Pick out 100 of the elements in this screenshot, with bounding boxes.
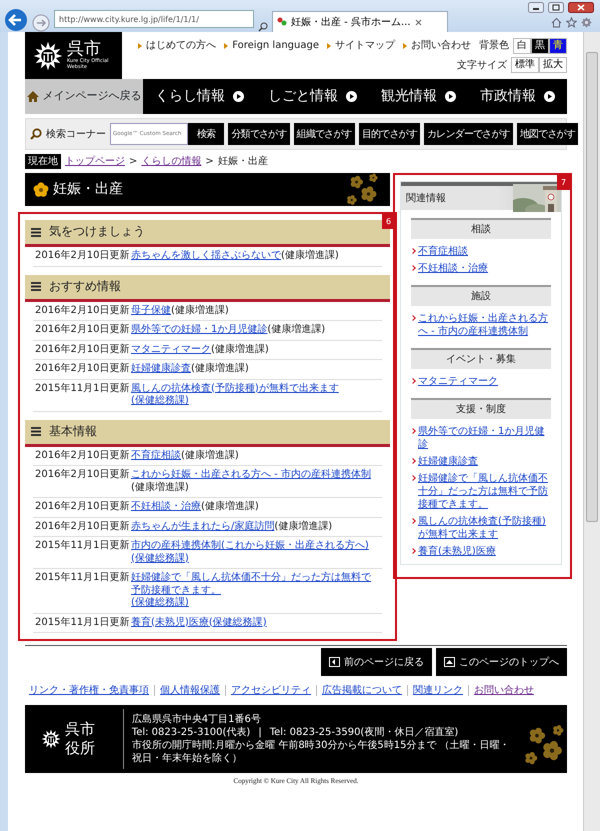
search-label: 検索コーナー — [46, 128, 106, 140]
nav-link[interactable]: 観光情報 — [381, 87, 456, 106]
minimize-icon[interactable] — [528, 2, 544, 13]
page-link[interactable]: これから妊娠・出産される方へ - 市内の産科連携体制 — [131, 469, 371, 482]
page-link[interactable]: 妊婦健康診査 — [131, 363, 191, 376]
page-link[interactable]: マタニティマーク — [131, 344, 211, 356]
page-link[interactable]: 赤ちゃんを激しく揺さぶらないで — [131, 250, 281, 262]
city-hall-name: 呉市役所 — [65, 720, 96, 758]
nav-link[interactable]: くらし情報 — [155, 87, 244, 106]
nav-link[interactable]: 市政情報 — [480, 87, 555, 106]
browser-tab[interactable]: 妊娠・出産 - 呉市ホーム... — [272, 11, 448, 32]
page-link[interactable]: 不育症相談 — [131, 450, 181, 462]
emblem-icon — [41, 729, 61, 749]
home-nav-link[interactable]: メインページへ戻る — [25, 79, 143, 114]
department-link[interactable]: (保健総務課) — [208, 616, 267, 629]
update-date: 2016年2月10日更新 — [35, 469, 131, 482]
color-option-button[interactable]: 黒 — [531, 38, 549, 54]
scrollbar[interactable] — [583, 32, 600, 831]
flower-icon — [33, 182, 49, 198]
finder-button[interactable]: 目的でさがす — [358, 123, 420, 145]
page-link[interactable]: 市内の産科連携体制(これから妊娠・出産される方へ) — [131, 540, 369, 552]
address-field[interactable]: http://www.city.kure.lg.jp/life/1/1/1/ — [54, 10, 254, 28]
page-link[interactable]: 県外等での妊婦・1か月児健診 — [131, 324, 268, 336]
settings-icon[interactable] — [581, 17, 592, 28]
header-link[interactable]: Foreign language — [224, 39, 319, 52]
text-size-button[interactable]: 拡大 — [539, 57, 567, 74]
department-link[interactable]: (保健総務課) — [131, 597, 189, 610]
related-link[interactable]: 養育(未熟児)医療 — [418, 545, 496, 558]
page-link[interactable]: 妊婦健診で「風しん抗体価不十分」だった方は無料で予防接種できます。 — [131, 572, 380, 597]
update-date: 2016年2月10日更新 — [35, 250, 131, 262]
scrollbar-thumb[interactable] — [586, 52, 598, 522]
maximize-icon[interactable] — [548, 2, 564, 13]
nav-link[interactable]: しごと情報 — [268, 87, 357, 106]
page-nav-button[interactable]: 前のページに戻る — [321, 648, 432, 676]
page-nav-button[interactable]: このページのトップへ — [436, 648, 567, 676]
page-link[interactable]: 不妊相談・治療 — [131, 501, 201, 514]
related-link[interactable]: 不育症相談 — [418, 245, 468, 258]
footer-link[interactable]: アクセシビリティ — [231, 684, 311, 697]
page-link[interactable]: 風しんの抗体検査(予防接種)が無料で出来ます — [131, 382, 339, 395]
related-link[interactable]: マタニティマーク — [418, 375, 498, 388]
search-icon[interactable] — [258, 22, 268, 32]
department-label: (健康増進課) — [171, 304, 229, 317]
footer-link[interactable]: 個人情報保護 — [160, 684, 220, 697]
update-date: 2015年11月1日更新 — [35, 616, 131, 629]
update-date: 2016年2月10日更新 — [35, 344, 131, 356]
text-size-button[interactable]: 標準 — [511, 57, 539, 74]
finder-button[interactable]: 地図でさがす — [516, 123, 578, 145]
breadcrumb-separator: > — [129, 155, 138, 168]
opening-hours-text: 市役所の開庁時間:月曜から金曜 午前8時30分から午後5時15分まで （土曜・日曜・祝日・年末年始を除く） — [132, 739, 511, 765]
group-heading: 施設 — [411, 285, 551, 306]
footer-link[interactable]: お問い合わせ — [474, 684, 534, 697]
chevron-icon — [410, 248, 416, 254]
footer-link[interactable]: リンク・著作権・免責事項 — [29, 684, 149, 697]
color-option-button[interactable]: 白 — [513, 38, 531, 54]
related-link[interactable]: 不妊相談・治療 — [418, 262, 488, 275]
page-link[interactable]: 養育(未熟児)医療 — [131, 616, 209, 629]
breadcrumb-link[interactable]: トップページ — [65, 155, 125, 168]
close-icon[interactable] — [414, 18, 422, 26]
related-link[interactable]: 妊婦健診で「風しん抗体価不十分」だった方は無料で予防接種できます。 — [418, 472, 551, 511]
footer-link[interactable]: 関連リンク — [413, 684, 463, 697]
home-icon[interactable] — [551, 17, 562, 28]
update-date: 2016年2月10日更新 — [35, 363, 131, 376]
footer-link[interactable]: 広告掲載について — [322, 684, 402, 697]
search-button[interactable]: 検索 — [188, 123, 224, 145]
page-link[interactable]: 赤ちゃんが生まれたら/家庭訪問 — [131, 520, 274, 533]
chevron-icon — [410, 518, 416, 524]
chevron-icon — [410, 548, 416, 554]
breadcrumb-link[interactable]: くらしの情報 — [141, 155, 202, 168]
update-date: 2015年11月1日更新 — [35, 382, 131, 396]
header-link[interactable]: はじめての方へ — [138, 39, 216, 52]
play-circle-icon — [233, 91, 244, 102]
favicon-icon — [277, 17, 287, 27]
page-link[interactable]: 母子保健 — [131, 304, 171, 317]
department-link[interactable]: (保健総務課) — [131, 552, 189, 565]
list-icon — [31, 427, 41, 436]
header-link[interactable]: サイトマップ — [327, 39, 395, 52]
related-link[interactable]: これから妊娠・出産される方へ - 市内の産科連携体制 — [418, 312, 551, 338]
home-icon — [26, 91, 38, 102]
star-icon[interactable] — [566, 17, 577, 28]
header-link[interactable]: お問い合わせ — [403, 39, 471, 52]
breadcrumb-separator: > — [205, 155, 214, 168]
search-icon — [30, 128, 42, 140]
chevron-icon — [410, 265, 416, 271]
play-circle-icon — [445, 91, 456, 102]
update-date: 2016年2月10日更新 — [35, 501, 131, 514]
department-link[interactable]: (保健総務課) — [131, 395, 189, 408]
color-option-button[interactable]: 青 — [549, 38, 567, 54]
related-link[interactable]: 風しんの抗体検査(予防接種)が無料で出来ます — [418, 515, 551, 541]
department-label: (健康増進課) — [281, 250, 339, 262]
finder-button[interactable]: 分類でさがす — [228, 123, 290, 145]
related-link[interactable]: 県外等での妊婦・1か月児健診 — [418, 425, 551, 451]
close-icon[interactable] — [568, 2, 594, 13]
update-date: 2016年2月10日更新 — [35, 304, 131, 317]
update-date: 2016年2月10日更新 — [35, 450, 131, 462]
finder-button[interactable]: カレンダーでさがす — [424, 123, 513, 145]
chevron-icon — [410, 475, 416, 481]
address-text: 広島県呉市中央4丁目1番6号 — [132, 713, 262, 726]
related-link[interactable]: 妊婦健康診査 — [418, 455, 478, 468]
finder-button[interactable]: 組織でさがす — [294, 123, 355, 145]
back-icon[interactable] — [4, 8, 28, 32]
